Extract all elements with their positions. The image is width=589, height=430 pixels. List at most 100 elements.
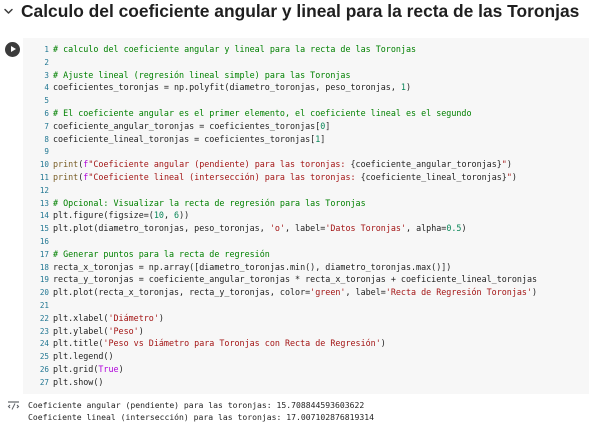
output-line: Coeficiente lineal (intersección) para l…	[28, 412, 374, 422]
code-token: ]	[320, 133, 326, 144]
code-line: 16	[23, 235, 589, 248]
code-editor[interactable]: 1 # calculo del coeficiente angular y lin…	[23, 38, 589, 394]
code-token: coeficientes_toronjas = np.polyfit(diame…	[53, 82, 401, 93]
code-token: 'o'	[269, 223, 285, 234]
code-token: )	[118, 363, 124, 374]
line-code: recta_y_toronjas = coeficiente_angular_t…	[53, 273, 537, 286]
code-token: # Ajuste lineal (regresión lineal simple…	[53, 69, 351, 80]
code-token: )	[158, 312, 164, 323]
code-token: 'Peso'	[108, 325, 139, 336]
code-token: plt.grid(	[53, 363, 99, 374]
code-line: 18 recta_x_toronjas = np.array([diametro_…	[23, 261, 589, 274]
section-title: Calculo del coeficiente angular y lineal…	[21, 1, 580, 21]
section-header: Calculo del coeficiente angular y lineal…	[0, 0, 589, 24]
code-token: )	[532, 287, 538, 298]
line-code: print(f"Coeficiente lineal (intersección…	[53, 171, 517, 184]
code-line: 22 plt.xlabel('Diámetro')	[23, 312, 589, 325]
output-line: Coeficiente angular (pendiente) para las…	[28, 400, 365, 410]
code-line: 9	[23, 145, 589, 158]
code-token: ]	[325, 120, 331, 131]
code-line: 8 coeficiente_lineal_toronjas = coeficien…	[23, 133, 589, 146]
code-line: 2	[23, 56, 589, 69]
code-line: 6 # El coeficiente angular es el primer e…	[23, 107, 589, 120]
code-token: coeficiente_angular_toronjas = coeficien…	[53, 120, 321, 131]
code-token: print	[53, 159, 79, 170]
code-line: 17 # Generar puntos para la recta de regr…	[23, 248, 589, 261]
line-code: plt.ylabel('Peso')	[53, 325, 144, 338]
code-token: print	[53, 171, 79, 182]
code-line: 21	[23, 299, 589, 312]
line-code: coeficiente_lineal_toronjas = coeficient…	[53, 133, 325, 146]
line-code: coeficientes_toronjas = np.polyfit(diame…	[53, 81, 411, 94]
code-line: 23 plt.ylabel('Peso')	[23, 325, 589, 338]
code-token: recta_y_toronjas = coeficiente_angular_t…	[53, 274, 538, 285]
code-line: 20 plt.plot(recta_x_toronjas, recta_y_tor…	[23, 286, 589, 299]
line-code: print(f"Coeficiente angular (pendiente) …	[53, 158, 512, 171]
line-code: plt.plot(recta_x_toronjas, recta_y_toron…	[53, 286, 537, 299]
line-code: plt.legend()	[53, 350, 114, 363]
line-code: plt.grid(True)	[53, 363, 124, 376]
code-token: plt.figure(figsize=(	[53, 210, 154, 221]
code-token: ,	[163, 210, 175, 221]
output-toggle-icon[interactable]	[7, 400, 20, 411]
code-token: 10	[153, 210, 164, 221]
code-line: 15 plt.plot(diametro_toronjas, peso_toron…	[23, 222, 589, 235]
line-code: # El coeficiente angular es el primer el…	[53, 107, 472, 120]
code-token: )	[506, 159, 512, 170]
code-token: {coeficiente_angular_toronjas}	[350, 159, 502, 170]
code-line: 1 # calculo del coeficiente angular y lin…	[23, 43, 589, 56]
code-token: 'Recta de Regresión Toronjas'	[385, 287, 533, 298]
code-token: 0.5	[446, 223, 462, 234]
line-code: plt.title('Peso vs Diámetro para Toronja…	[53, 337, 386, 350]
code-token: "Coeficiente lineal (intersección) para …	[88, 171, 361, 182]
code-token: {coeficiente_lineal_toronjas}	[360, 171, 507, 182]
output-text: Coeficiente angular (pendiente) para las…	[28, 399, 374, 423]
line-code: # calculo del coeficiente angular y line…	[53, 43, 416, 56]
line-code: plt.figure(figsize=(10, 6))	[53, 209, 189, 222]
code-line: 7 coeficiente_angular_toronjas = coeficie…	[23, 120, 589, 133]
code-line: 5	[23, 94, 589, 107]
code-token: )	[138, 325, 144, 336]
run-cell-button[interactable]	[5, 42, 20, 57]
code-line: 14 plt.figure(figsize=(10, 6))	[23, 209, 589, 222]
code-token: "Coeficiente angular (pendiente) para la…	[88, 159, 351, 170]
code-token: plt.ylabel(	[53, 325, 109, 336]
code-token: 'Diámetro'	[108, 312, 159, 323]
code-lines: 1 # calculo del coeficiente angular y lin…	[23, 43, 589, 389]
code-line: 3 # Ajuste lineal (regresión lineal simpl…	[23, 69, 589, 82]
code-token: True	[98, 363, 119, 374]
code-token: )	[511, 171, 517, 182]
code-token: plt.legend()	[53, 351, 114, 362]
code-token: , label=	[284, 223, 326, 234]
code-token: 'Datos Toronjas'	[325, 223, 406, 234]
line-code: coeficiente_angular_toronjas = coeficien…	[53, 120, 330, 133]
line-code: # Ajuste lineal (regresión lineal simple…	[53, 69, 351, 82]
code-token: 'green'	[310, 287, 346, 298]
code-cell[interactable]: 1 # calculo del coeficiente angular y lin…	[0, 38, 589, 394]
code-line: 24 plt.title('Peso vs Diámetro para Toron…	[23, 337, 589, 350]
code-token: # Opcional: Visualizar la recta de regre…	[53, 197, 366, 208]
code-line: 19 recta_y_toronjas = coeficiente_angular…	[23, 273, 589, 286]
code-token: )	[405, 82, 412, 93]
line-number: 27	[39, 377, 49, 387]
chevron-down-icon[interactable]	[2, 5, 15, 18]
code-token: # calculo del coeficiente angular y line…	[53, 44, 417, 54]
code-token: ))	[179, 210, 190, 221]
code-token: # El coeficiente angular es el primer el…	[53, 107, 472, 118]
line-code: recta_x_toronjas = np.array([diametro_to…	[53, 261, 451, 274]
code-token: 'Peso vs Diámetro para Toronjas con Rect…	[103, 338, 381, 349]
line-code: plt.show()	[53, 376, 103, 389]
code-line: 11 print(f"Coeficiente lineal (intersecci…	[23, 171, 589, 184]
code-token: recta_x_toronjas = np.array([diametro_to…	[53, 261, 452, 272]
cell-output: Coeficiente angular (pendiente) para las…	[0, 396, 589, 430]
code-token: plt.show()	[53, 376, 104, 387]
code-line: 13 # Opcional: Visualizar la recta de reg…	[23, 197, 589, 210]
code-token: , alpha=	[406, 223, 447, 234]
code-line: 25 plt.legend()	[23, 350, 589, 363]
code-token: )	[461, 223, 467, 234]
code-token: plt.plot(recta_x_toronjas, recta_y_toron…	[53, 287, 311, 298]
line-code: plt.plot(diametro_toronjas, peso_toronja…	[53, 222, 467, 235]
code-token: , label=	[345, 287, 386, 298]
code-token: # Generar puntos para la recta de regres…	[53, 248, 270, 259]
code-line: 4 coeficientes_toronjas = np.polyfit(diam…	[23, 81, 589, 94]
